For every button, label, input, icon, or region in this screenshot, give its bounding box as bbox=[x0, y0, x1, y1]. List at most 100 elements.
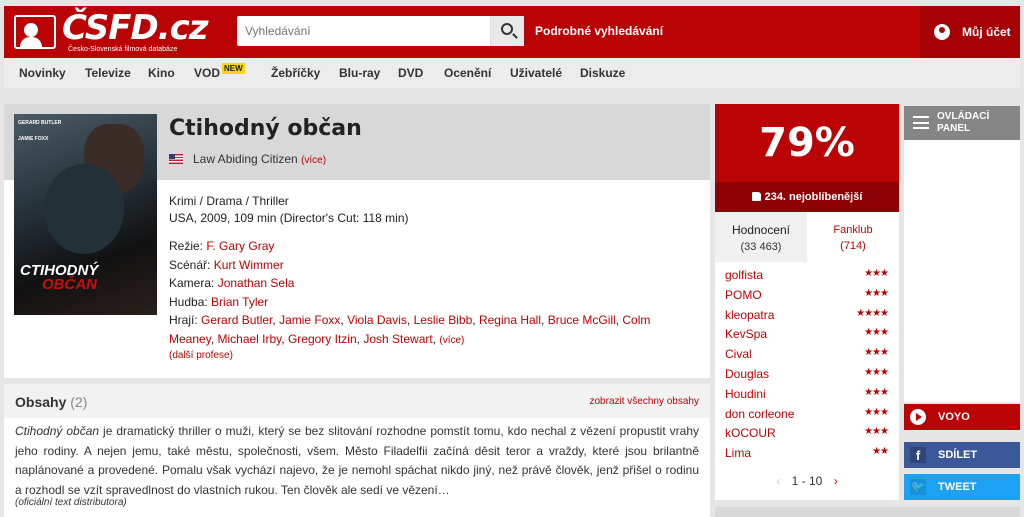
director-label: Režie: bbox=[169, 239, 204, 253]
further-professions-link[interactable]: (další profese) bbox=[169, 350, 233, 361]
music-link[interactable]: Brian Tyler bbox=[211, 295, 268, 309]
list-item: golfista ★★★ bbox=[715, 266, 899, 286]
credit-music: Hudba: Brian Tyler bbox=[169, 293, 689, 312]
user-link[interactable]: Lima bbox=[725, 446, 751, 460]
user-link[interactable]: kleopatra bbox=[725, 308, 774, 322]
cast-link[interactable]: Josh Stewart bbox=[363, 332, 432, 346]
user-ratings-list: golfista ★★★ POMO ★★★ kleopatra ★★★★ KevSpa… bbox=[715, 266, 899, 464]
nav-item-kino[interactable]: Kino bbox=[148, 66, 175, 80]
tab-ratings-label: Hodnocení bbox=[731, 223, 791, 237]
nav-item-diskuze[interactable]: Diskuze bbox=[580, 66, 625, 80]
film-poster[interactable]: GERARD BUTLER JAMIE FOXX CTIHODNÝ OBČAN bbox=[14, 114, 157, 315]
cast-link[interactable]: Gregory Itzin bbox=[288, 332, 357, 346]
user-link[interactable]: golfista bbox=[725, 268, 763, 282]
main-nav: Novinky Televize Kino VOD NEW Žebříčky B… bbox=[4, 58, 1020, 88]
voyo-button[interactable]: VOYO bbox=[904, 404, 1020, 430]
play-icon bbox=[910, 409, 926, 425]
film-profile: GERARD BUTLER JAMIE FOXX CTIHODNÝ OBČAN … bbox=[4, 104, 710, 378]
control-panel-label: OVLÁDACÍ PANEL bbox=[937, 111, 990, 134]
nav-item-dvd[interactable]: DVD bbox=[398, 66, 423, 80]
rating-panel: 79% 234. nejoblíbenější Hodnocení (33 46… bbox=[715, 104, 899, 500]
pager-next-button[interactable]: › bbox=[834, 474, 838, 488]
search-button[interactable] bbox=[490, 16, 524, 46]
cast-link[interactable]: Bruce McGill bbox=[548, 313, 616, 327]
voyo-label: VOYO bbox=[938, 411, 970, 423]
cast-link[interactable]: Gerard Butler bbox=[201, 313, 272, 327]
ratings-count: (33 463) bbox=[740, 241, 782, 253]
cast-link[interactable]: Leslie Bibb bbox=[414, 313, 473, 327]
film-origin: USA, 2009, 109 min (Director's Cut: 118 … bbox=[169, 211, 409, 225]
director-link[interactable]: F. Gary Gray bbox=[206, 239, 274, 253]
poster-face-2 bbox=[44, 164, 124, 254]
plot-source: (oficiální text distributora) bbox=[15, 497, 127, 508]
film-title: Ctihodný občan bbox=[169, 116, 362, 141]
list-item: Houdini ★★★ bbox=[715, 385, 899, 405]
cast-link[interactable]: Jamie Foxx bbox=[279, 313, 340, 327]
csfd-logo[interactable]: ČSFD.cz Česko-Slovenská filmová databáze bbox=[14, 8, 209, 53]
account-button[interactable]: Můj účet bbox=[920, 6, 1020, 58]
nav-item-oceneni[interactable]: Ocenění bbox=[444, 66, 491, 80]
plot-lead: Ctihodný občan bbox=[15, 424, 100, 438]
share-button[interactable]: f SDÍLET bbox=[904, 442, 1020, 468]
user-link[interactable]: don corleone bbox=[725, 407, 794, 421]
search-input[interactable] bbox=[237, 16, 489, 46]
user-link[interactable]: POMO bbox=[725, 288, 762, 302]
tab-fanclub[interactable]: Fanklub (714) bbox=[807, 212, 899, 262]
user-link[interactable]: Douglas bbox=[725, 367, 769, 381]
advanced-search-link[interactable]: Podrobné vyhledávání bbox=[535, 24, 663, 38]
music-label: Hudba: bbox=[169, 294, 208, 309]
usa-flag-icon bbox=[169, 154, 183, 164]
nav-item-vod[interactable]: VOD bbox=[194, 66, 220, 80]
star-rating: ★★★ bbox=[864, 347, 889, 359]
tab-fanclub-label: Fanklub bbox=[833, 224, 873, 236]
cast-link[interactable]: Regina Hall bbox=[479, 313, 541, 327]
writer-link[interactable]: Kurt Wimmer bbox=[214, 258, 284, 272]
original-title-more-link[interactable]: (více) bbox=[301, 155, 326, 166]
ad-space bbox=[904, 140, 1020, 402]
list-item: KevSpa ★★★ bbox=[715, 325, 899, 345]
poster-title: CTIHODNÝ OBČAN bbox=[20, 263, 98, 293]
menu-icon bbox=[913, 116, 929, 129]
pager-prev-button[interactable]: ‹ bbox=[776, 474, 780, 488]
rating-score: 79% bbox=[715, 104, 899, 182]
logo-person-icon bbox=[14, 15, 56, 49]
credit-director: Režie: F. Gary Gray bbox=[169, 237, 689, 256]
list-item: Cival ★★★ bbox=[715, 345, 899, 365]
user-link[interactable]: KevSpa bbox=[725, 327, 767, 341]
list-item: Lima ★★ bbox=[715, 444, 899, 464]
logo-text: ČSFD.cz bbox=[62, 8, 209, 48]
twitter-icon: 🐦 bbox=[910, 479, 926, 495]
nav-item-uzivatele[interactable]: Uživatelé bbox=[510, 66, 562, 80]
credit-writer: Scénář: Kurt Wimmer bbox=[169, 256, 689, 275]
original-title: Law Abiding Citizen (více) bbox=[193, 152, 326, 166]
thumbs-up-icon bbox=[751, 192, 761, 201]
nav-item-bluray[interactable]: Blu-ray bbox=[339, 66, 380, 80]
cast-link[interactable]: Michael Irby bbox=[217, 332, 281, 346]
star-rating: ★★★★ bbox=[856, 307, 889, 319]
facebook-icon: f bbox=[910, 447, 926, 463]
camera-link[interactable]: Jonathan Sela bbox=[218, 276, 295, 290]
logo-subtitle: Česko-Slovenská filmová databáze bbox=[68, 46, 178, 53]
user-link[interactable]: Houdini bbox=[725, 387, 766, 401]
user-link[interactable]: Cival bbox=[725, 347, 752, 361]
poster-title-2: OBČAN bbox=[42, 276, 97, 293]
list-item: kOCOUR ★★★ bbox=[715, 424, 899, 444]
new-badge: NEW bbox=[222, 63, 245, 74]
film-genre: Krimi / Drama / Thriller bbox=[169, 194, 289, 208]
user-link[interactable]: kOCOUR bbox=[725, 426, 776, 440]
cast-label: Hrají: bbox=[169, 313, 198, 327]
star-rating: ★★★ bbox=[864, 406, 889, 418]
cast-link[interactable]: Viola Davis bbox=[347, 313, 407, 327]
film-credits: Režie: F. Gary Gray Scénář: Kurt Wimmer … bbox=[169, 237, 689, 350]
nav-item-televize[interactable]: Televize bbox=[85, 66, 131, 80]
rank-link[interactable]: 234. nejoblíbenější bbox=[715, 182, 899, 212]
tweet-button[interactable]: 🐦 TWEET bbox=[904, 474, 1020, 500]
next-section-strip bbox=[715, 507, 1020, 517]
pager-range: 1 - 10 bbox=[791, 474, 823, 488]
control-panel-button[interactable]: OVLÁDACÍ PANEL bbox=[904, 106, 1020, 140]
nav-item-novinky[interactable]: Novinky bbox=[19, 66, 66, 80]
tab-ratings[interactable]: Hodnocení (33 463) bbox=[715, 212, 807, 262]
cast-more-link[interactable]: (více) bbox=[439, 335, 464, 346]
show-all-plots-link[interactable]: zobrazit všechny obsahy bbox=[589, 396, 699, 407]
nav-item-zebricky[interactable]: Žebříčky bbox=[271, 66, 320, 80]
